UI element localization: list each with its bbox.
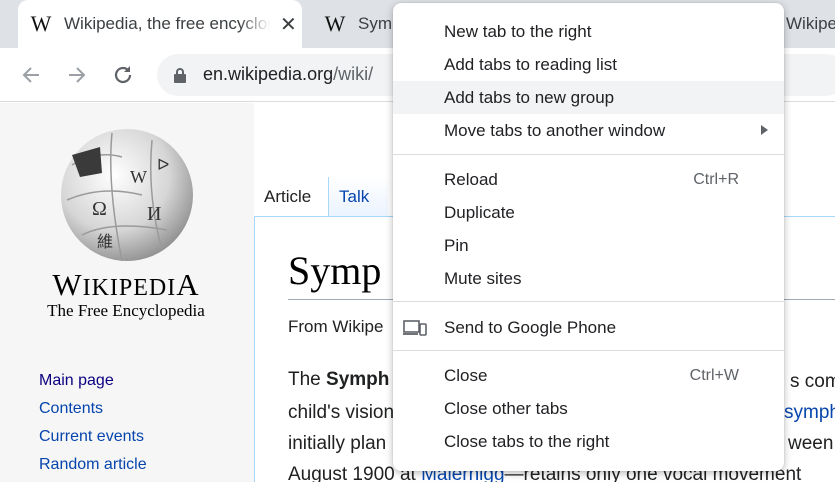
from-wikipedia-text: From Wikipe [288, 317, 384, 336]
reload-icon [114, 66, 132, 84]
wikipedia-wordmark[interactable]: WIKIPEDIA [40, 267, 212, 303]
shortcut-label: Ctrl+R [693, 170, 739, 188]
paragraph-fragment-right: s comp [790, 371, 835, 392]
sidebar-item-random-article: Random article [39, 455, 147, 482]
sidebar-navigation: Main page Contents Current events Random… [39, 371, 147, 482]
paragraph-line-3: initially plan [288, 433, 387, 454]
arrow-left-icon [22, 67, 39, 83]
symphony-link-fragment[interactable]: symph [784, 402, 835, 424]
paragraph-fragment-right: ween t [788, 433, 835, 454]
tab-talk[interactable]: Talk [328, 177, 388, 217]
tab-wikipedia[interactable]: W Wikipedia, the free encyclopedia ✕ [18, 0, 302, 48]
menu-item-move-to-another-window[interactable]: Move tabs to another window [393, 114, 784, 147]
menu-item-close[interactable]: Close Ctrl+W [393, 359, 784, 392]
submenu-arrow-icon [761, 125, 768, 135]
sidebar-item-contents: Contents [39, 399, 147, 427]
menu-item-add-to-new-group[interactable]: Add tabs to new group [393, 81, 784, 114]
tab-title: Wikipedia, the free encyclopedia [64, 14, 270, 33]
menu-item-send-to-phone[interactable]: Send to Google Phone [393, 311, 784, 344]
main-page-link[interactable]: Main page [39, 372, 114, 389]
tagline: The Free Encyclopedia [47, 301, 205, 320]
svg-text:Ω: Ω [92, 198, 107, 220]
wikipedia-favicon-icon: W [324, 11, 346, 36]
wikipedia-favicon-icon: W [30, 11, 52, 36]
arrow-right-icon [69, 67, 86, 83]
sidebar-item-current-events: Current events [39, 427, 147, 455]
menu-item-mute-sites[interactable]: Mute sites [393, 262, 784, 295]
shortcut-label: Ctrl+W [689, 366, 739, 384]
menu-item-close-other-tabs[interactable]: Close other tabs [393, 392, 784, 425]
close-tab-icon[interactable]: ✕ [280, 12, 297, 37]
menu-item-new-tab-to-right[interactable]: New tab to the right [393, 15, 784, 48]
paragraph-line-1: The Symph [288, 369, 390, 390]
current-events-link[interactable]: Current events [39, 428, 144, 445]
menu-item-close-tabs-to-right[interactable]: Close tabs to the right [393, 425, 784, 458]
tab-title: Wikipe [786, 14, 835, 33]
svg-text:W: W [130, 167, 147, 187]
url-text: en.wikipedia.org/wiki/ [203, 64, 374, 84]
tab-article[interactable]: Article [254, 177, 328, 217]
devices-icon [403, 320, 427, 336]
wikipedia-globe-logo-icon[interactable]: Ω W И 維 ᐅ [52, 125, 202, 265]
menu-item-add-to-reading-list[interactable]: Add tabs to reading list [393, 48, 784, 81]
tab-context-menu: New tab to the right Add tabs to reading… [393, 3, 784, 471]
svg-text:ᐅ: ᐅ [157, 157, 169, 174]
forward-button[interactable] [60, 58, 94, 92]
paragraph-line-2: child's vision [288, 402, 395, 423]
reload-button[interactable] [106, 58, 140, 92]
menu-separator [393, 154, 784, 155]
lock-icon [174, 68, 186, 83]
menu-separator [393, 350, 784, 351]
page-title: Symp [288, 248, 382, 293]
menu-item-duplicate[interactable]: Duplicate [393, 196, 784, 229]
random-article-link[interactable]: Random article [39, 456, 147, 473]
tab-wikipedia-2[interactable]: Wikipe [778, 0, 835, 48]
sidebar-item-main-page: Main page [39, 371, 147, 399]
contents-link[interactable]: Contents [39, 400, 103, 417]
menu-item-reload[interactable]: Reload Ctrl+R [393, 163, 784, 196]
back-button[interactable] [14, 58, 48, 92]
menu-separator [393, 301, 784, 302]
tab-symphony[interactable]: W Symp [312, 0, 402, 48]
svg-text:И: И [147, 203, 161, 225]
svg-text:維: 維 [97, 233, 113, 251]
menu-item-pin[interactable]: Pin [393, 229, 784, 262]
